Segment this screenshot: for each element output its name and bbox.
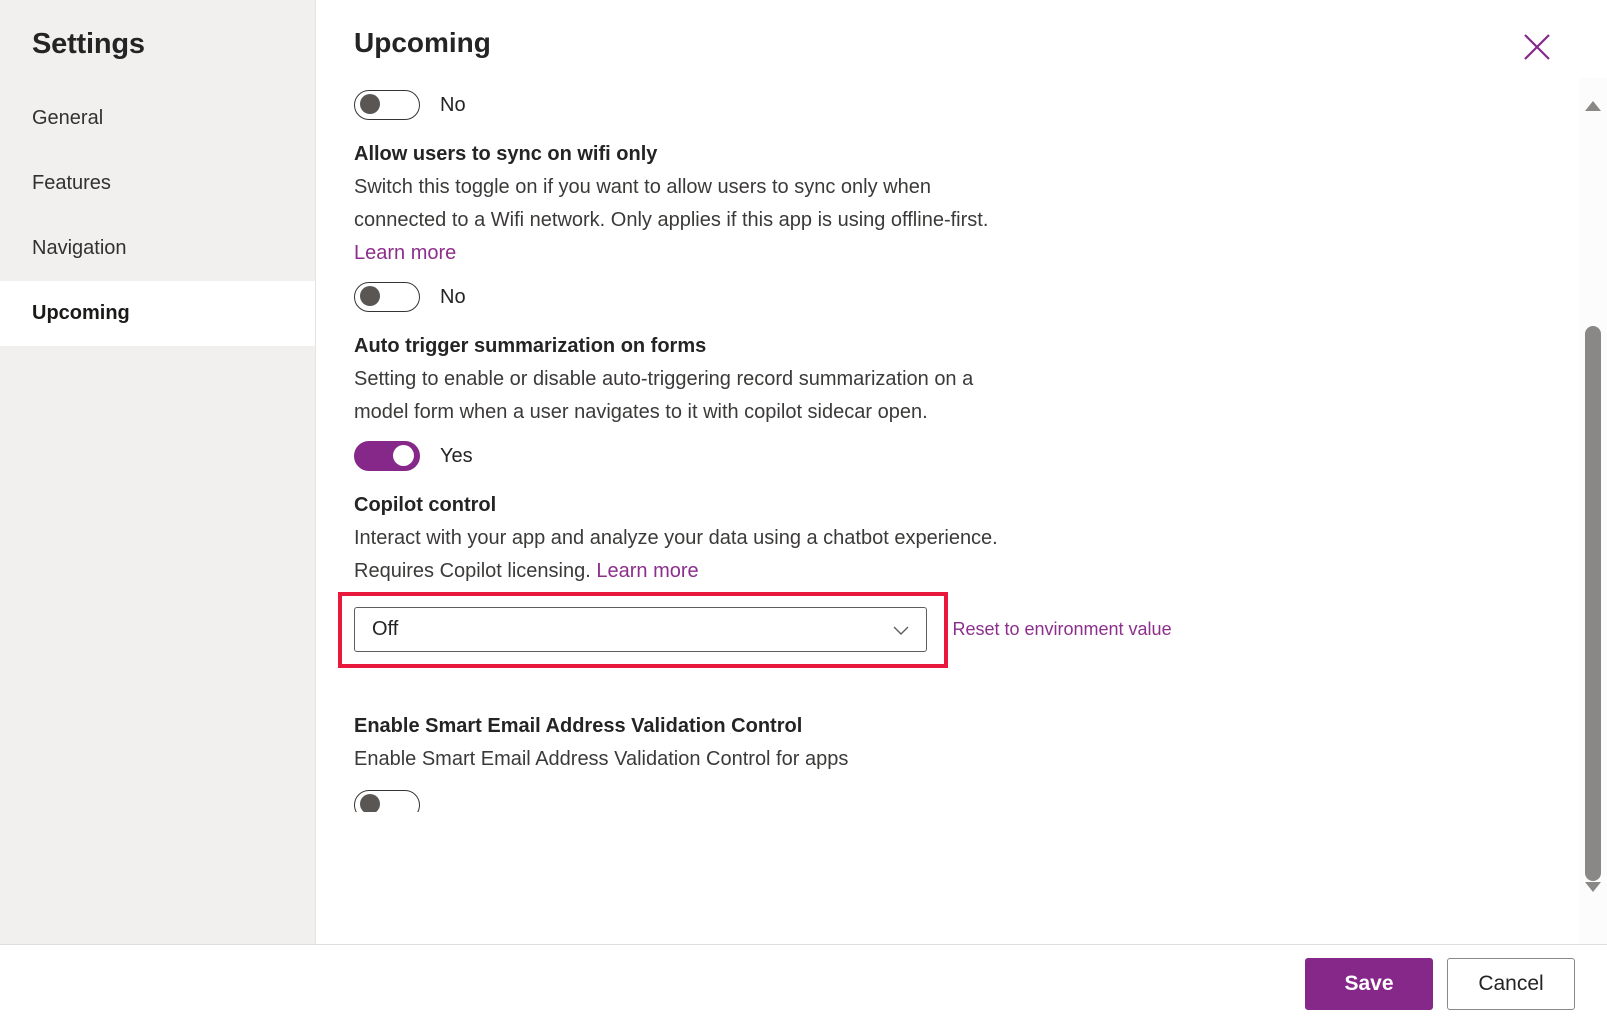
sidebar-title: Settings [32, 28, 145, 60]
toggle-knob [393, 445, 414, 466]
settings-scroll-region[interactable]: No Allow users to sync on wifi only Swit… [316, 78, 1579, 944]
setting-copilot-control: Copilot control Interact with your app a… [338, 491, 1579, 668]
setting-description: Enable Smart Email Address Validation Co… [354, 748, 849, 770]
chevron-down-icon [890, 619, 912, 641]
cancel-button[interactable]: Cancel [1447, 957, 1575, 1010]
settings-dialog: Settings General Features Navigation Upc… [0, 0, 1607, 1022]
triangle-down-icon[interactable] [1579, 873, 1607, 901]
sidebar-item-navigation[interactable]: Navigation [0, 216, 315, 281]
settings-main-panel: Upcoming No Allow users to sync on wifi … [316, 0, 1607, 944]
sidebar-item-upcoming[interactable]: Upcoming [0, 281, 315, 346]
toggle-partial-top[interactable] [354, 90, 420, 120]
toggle-state-label: No [440, 93, 466, 116]
setting-title: Enable Smart Email Address Validation Co… [354, 715, 803, 737]
copilot-control-dropdown[interactable]: Off [354, 607, 927, 652]
setting-description: Switch this toggle on if you want to all… [354, 171, 1014, 270]
learn-more-link[interactable]: Learn more [354, 242, 456, 264]
vertical-scrollbar[interactable] [1579, 78, 1607, 944]
scroll-thumb[interactable] [1585, 326, 1601, 881]
toggle-row-smart-email [354, 790, 1579, 812]
setting-description: Interact with your app and analyze your … [354, 522, 1014, 588]
learn-more-link[interactable]: Learn more [596, 560, 698, 582]
dialog-footer: Save Cancel [0, 944, 1607, 1022]
sidebar-item-general[interactable]: General [0, 86, 315, 151]
dialog-body: Settings General Features Navigation Upc… [0, 0, 1607, 944]
toggle-state-label: No [440, 285, 466, 308]
sidebar-nav: General Features Navigation Upcoming [0, 86, 315, 346]
setting-title: Auto trigger summarization on forms [354, 335, 707, 357]
highlight-annotation-box: Off [338, 592, 948, 668]
setting-description-text: Switch this toggle on if you want to all… [354, 176, 989, 231]
toggle-wifi-sync[interactable] [354, 282, 420, 312]
reset-to-environment-value-link[interactable]: Reset to environment value [952, 616, 1171, 642]
setting-smart-email-validation: Enable Smart Email Address Validation Co… [354, 712, 1579, 812]
toggle-row-auto-summarization: Yes [354, 441, 1579, 471]
toggle-knob [360, 286, 380, 306]
page-title: Upcoming [354, 27, 491, 58]
setting-title: Copilot control [354, 494, 497, 516]
toggle-auto-summarization[interactable] [354, 441, 420, 471]
close-icon[interactable] [1517, 27, 1557, 67]
sidebar-item-label: Navigation [32, 237, 127, 259]
dropdown-selected-value: Off [372, 618, 399, 640]
toggle-row-wifi-sync: No [354, 282, 1579, 312]
sidebar-item-label: Upcoming [32, 302, 130, 324]
toggle-state-label: Yes [440, 444, 473, 467]
sidebar-item-label: Features [32, 172, 111, 194]
sidebar-item-features[interactable]: Features [0, 151, 315, 216]
setting-partial-top: No [354, 90, 1579, 120]
triangle-up-icon[interactable] [1579, 92, 1607, 120]
toggle-smart-email[interactable] [354, 790, 420, 812]
settings-sidebar: Settings General Features Navigation Upc… [0, 0, 316, 944]
save-button[interactable]: Save [1305, 957, 1433, 1010]
setting-wifi-sync: Allow users to sync on wifi only Switch … [354, 140, 1579, 312]
setting-description: Setting to enable or disable auto-trigge… [354, 368, 974, 423]
toggle-knob [360, 94, 380, 114]
sidebar-item-label: General [32, 107, 104, 129]
setting-auto-summarization: Auto trigger summarization on forms Sett… [354, 332, 1579, 471]
setting-title: Allow users to sync on wifi only [354, 143, 658, 165]
toggle-row-partial-top: No [354, 90, 1579, 120]
toggle-knob [360, 794, 380, 812]
